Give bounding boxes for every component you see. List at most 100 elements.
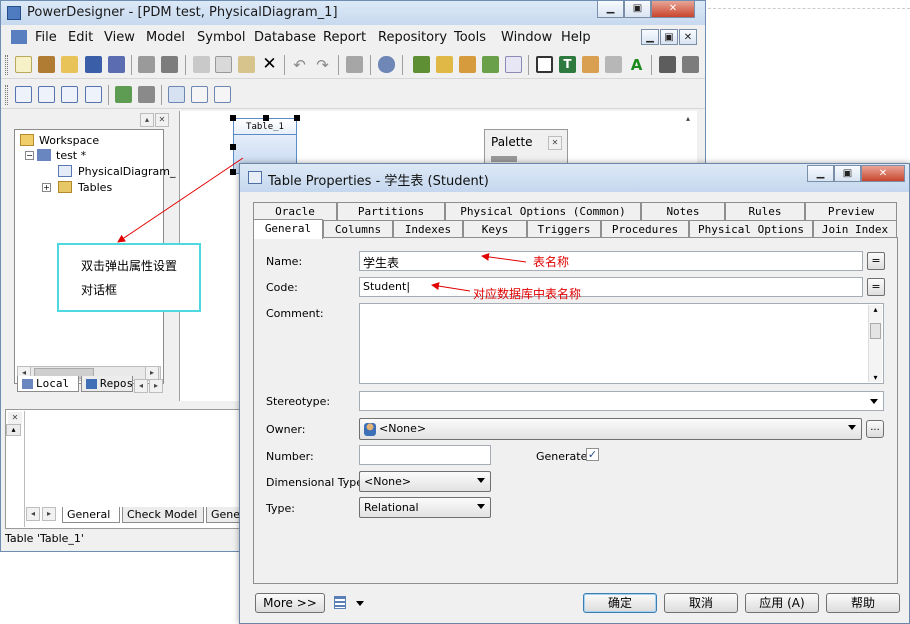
output-tab-scroll-left[interactable]: ◂ [26,507,40,521]
minimize-button[interactable]: ▁ [597,1,624,18]
save-all-icon[interactable] [108,56,125,73]
tab-preview[interactable]: Preview [805,202,897,220]
paste-icon[interactable] [238,56,255,73]
tab-columns[interactable]: Columns [323,220,393,238]
comment-scroll-up[interactable]: ▴ [869,305,882,314]
report-icon[interactable] [505,56,522,73]
browser-toggle-icon[interactable] [168,86,185,103]
cut-icon[interactable] [193,56,210,73]
new-model-icon[interactable] [38,56,55,73]
comment-scroll-thumb[interactable] [870,323,881,339]
refresh-icon[interactable] [482,56,499,73]
diagram-icon[interactable] [61,86,78,103]
tab-join-index[interactable]: Join Index [813,220,897,238]
print-preview-icon[interactable] [138,56,155,73]
rectangle-icon[interactable] [536,56,553,73]
number-field[interactable] [359,445,491,465]
cancel-button[interactable]: 取消 [664,593,738,613]
tab-rules[interactable]: Rules [725,202,805,220]
palette-tool-icon[interactable] [491,156,517,162]
document-icon[interactable] [11,30,27,44]
menu-window[interactable]: Window [501,30,552,45]
merge-icon[interactable] [138,86,155,103]
tab-repository[interactable]: Repos [81,376,133,392]
expand-icon[interactable]: + [42,183,51,192]
dialog-close-button[interactable]: ✕ [861,165,905,182]
tab-physical-options-common[interactable]: Physical Options (Common) [445,202,641,220]
output-tab-generation[interactable]: Gene [206,507,240,523]
model-icon[interactable] [15,86,32,103]
generate-checkbox[interactable]: ✓ [586,448,599,461]
tree-tables[interactable]: Tables [78,181,112,194]
name-field[interactable]: 学生表 [359,251,863,271]
tree-physical-diagram[interactable]: PhysicalDiagram_ [78,165,175,178]
text-icon[interactable]: T [559,56,576,73]
ok-button[interactable]: 确定 [583,593,657,613]
menu-view[interactable]: View [104,30,135,45]
compare-icon[interactable] [115,86,132,103]
brush-icon[interactable] [582,56,599,73]
tab-general[interactable]: General [253,219,323,239]
comment-scroll-down[interactable]: ▾ [869,373,882,382]
menu-edit[interactable]: Edit [68,30,93,45]
restore-button[interactable]: ▣ [624,1,651,18]
tab-physical-options[interactable]: Physical Options [689,220,813,238]
save-icon[interactable] [85,56,102,73]
mdi-minimize-button[interactable]: ▁ [641,29,659,45]
tab-notes[interactable]: Notes [641,202,725,220]
output-tab-scroll-right[interactable]: ▸ [42,507,56,521]
tree-workspace[interactable]: Workspace [39,134,99,147]
tab-keys[interactable]: Keys [463,220,527,238]
properties-icon[interactable] [346,56,363,73]
tab-triggers[interactable]: Triggers [527,220,601,238]
owner-combo[interactable]: <None> [359,418,862,440]
tree-model-test[interactable]: test * [56,149,86,162]
tab-indexes[interactable]: Indexes [393,220,463,238]
stereotype-combo[interactable] [359,391,884,411]
output-tab-general[interactable]: General [62,507,120,523]
menu-symbol[interactable]: Symbol [197,30,245,45]
name-code-sync-button[interactable]: = [867,252,885,270]
menu-database[interactable]: Database [254,30,316,45]
menu-help[interactable]: Help [561,30,591,45]
result-list-icon[interactable] [214,86,231,103]
palette-close-button[interactable]: ✕ [548,136,562,150]
database-icon[interactable] [459,56,476,73]
menu-model[interactable]: Model [146,30,185,45]
undo-icon[interactable]: ↶ [291,56,308,74]
chevron-down-icon[interactable] [356,601,364,606]
apply-button[interactable]: 应用 (A) [745,593,819,613]
tab-oracle[interactable]: Oracle [253,202,337,220]
tab-scroll-left[interactable]: ◂ [134,379,148,393]
more-button[interactable]: More >> [255,593,325,613]
scroll-right-button[interactable]: ▸ [145,366,159,380]
browser-close-button[interactable]: ✕ [155,113,169,127]
selection-handle[interactable] [230,144,236,150]
fill-icon[interactable] [605,56,622,73]
menu-file[interactable]: File [35,30,57,45]
code-field[interactable]: Student| [359,277,863,297]
dialog-maximize-button[interactable]: ▣ [834,165,861,182]
delete-icon[interactable]: ✕ [261,56,278,73]
code-name-sync-button[interactable]: = [867,278,885,296]
tab-local[interactable]: Local [17,376,79,392]
selection-handle[interactable] [263,115,269,121]
browser-collapse-button[interactable]: ▴ [140,113,154,127]
help-button[interactable]: 帮助 [826,593,900,613]
selection-handle[interactable] [230,169,236,175]
align-icon[interactable] [659,56,676,73]
tab-procedures[interactable]: Procedures [601,220,689,238]
generate-database-icon[interactable] [413,56,430,73]
comment-textarea[interactable]: ▴ ▾ [359,303,884,384]
tab-partitions[interactable]: Partitions [337,202,445,220]
close-button[interactable]: ✕ [651,1,695,18]
output-toggle-icon[interactable] [191,86,208,103]
menu-report[interactable]: Report [323,30,366,45]
selection-handle[interactable] [294,115,300,121]
list-options-icon[interactable] [334,596,346,609]
output-scroll-up[interactable]: ▴ [6,424,21,436]
copy-icon[interactable] [215,56,232,73]
menu-repository[interactable]: Repository [378,30,447,45]
new-icon[interactable] [15,56,32,73]
selection-handle[interactable] [230,115,236,121]
